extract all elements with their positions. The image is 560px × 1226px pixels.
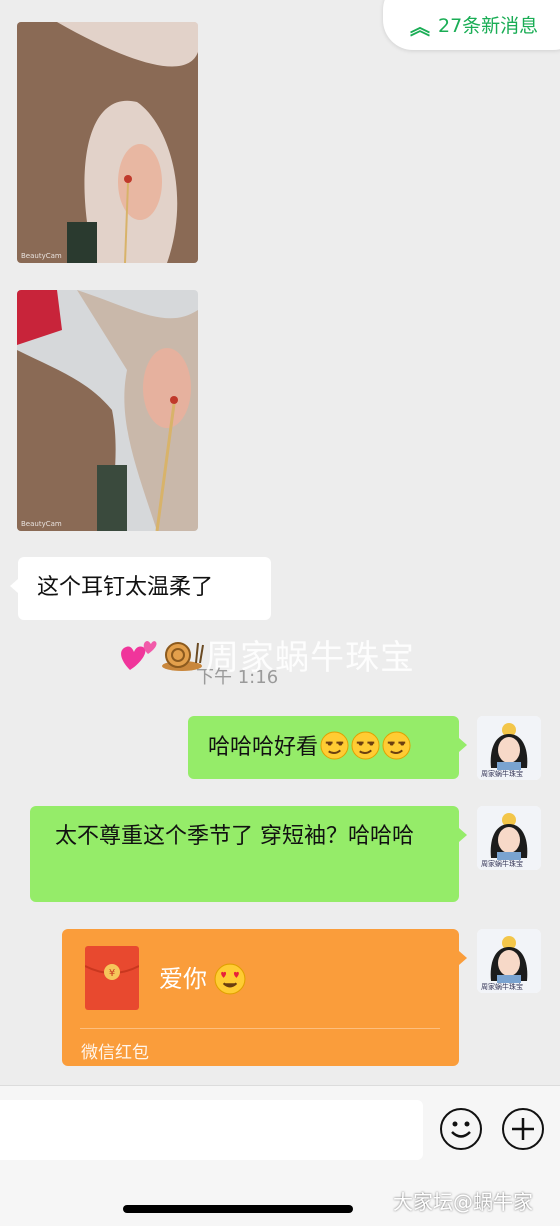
divider — [80, 1028, 440, 1029]
avatar[interactable]: 周家蜗牛珠宝 — [477, 806, 541, 870]
message-input[interactable] — [0, 1100, 423, 1160]
red-envelope-icon: ¥ — [85, 946, 139, 1010]
image-message-2[interactable]: BeautyCam — [17, 290, 198, 531]
avatar-caption: 周家蜗牛珠宝 — [481, 983, 523, 991]
avatar[interactable]: 周家蜗牛珠宝 — [477, 929, 541, 993]
ear-photo-2 — [17, 290, 198, 531]
smirk-emoji-icon — [320, 731, 349, 760]
smile-icon[interactable] — [440, 1108, 482, 1150]
heart-eyes-emoji-icon — [214, 963, 246, 995]
incoming-message-text: 这个耳钉太温柔了 — [37, 575, 214, 600]
avatar[interactable]: 周家蜗牛珠宝 — [477, 716, 541, 780]
smirk-emoji-icon — [382, 731, 411, 760]
red-packet-caption: 微信红包 — [81, 1043, 149, 1063]
outgoing-message-text: 太不尊重这个季节了 穿短袖？哈哈哈 — [55, 824, 414, 849]
photo-watermark: BeautyCam — [21, 520, 62, 528]
red-packet-text: 爱你 — [159, 965, 207, 993]
photo-watermark: BeautyCam — [21, 252, 62, 260]
plus-icon[interactable] — [502, 1108, 544, 1150]
outgoing-message-bubble-1[interactable]: 哈哈哈好看 — [188, 716, 467, 779]
new-messages-button[interactable]: ︽ 27条新消息 — [383, 0, 560, 50]
outgoing-message-text: 哈哈哈好看 — [208, 735, 319, 760]
shop-watermark: 周家蜗牛珠宝 — [205, 638, 415, 678]
site-watermark: 大家坛@蜗牛家 — [393, 1190, 533, 1214]
avatar-caption: 周家蜗牛珠宝 — [481, 770, 523, 778]
incoming-message-bubble[interactable]: 这个耳钉太温柔了 — [10, 557, 271, 620]
double-chevron-up-icon: ︽ — [410, 15, 430, 39]
outgoing-message-bubble-2[interactable]: 太不尊重这个季节了 穿短袖？哈哈哈 — [30, 806, 467, 902]
red-packet-message[interactable]: ¥ 爱你 微信红包 — [62, 929, 467, 1066]
new-messages-label: 27条新消息 — [438, 15, 539, 37]
ear-photo-1 — [17, 22, 198, 263]
two-hearts-icon — [121, 641, 157, 670]
image-message-1[interactable]: BeautyCam — [17, 22, 198, 263]
home-indicator[interactable] — [123, 1205, 353, 1213]
svg-text:¥: ¥ — [109, 968, 115, 979]
avatar-caption: 周家蜗牛珠宝 — [481, 860, 523, 868]
smirk-emoji-icon — [351, 731, 380, 760]
